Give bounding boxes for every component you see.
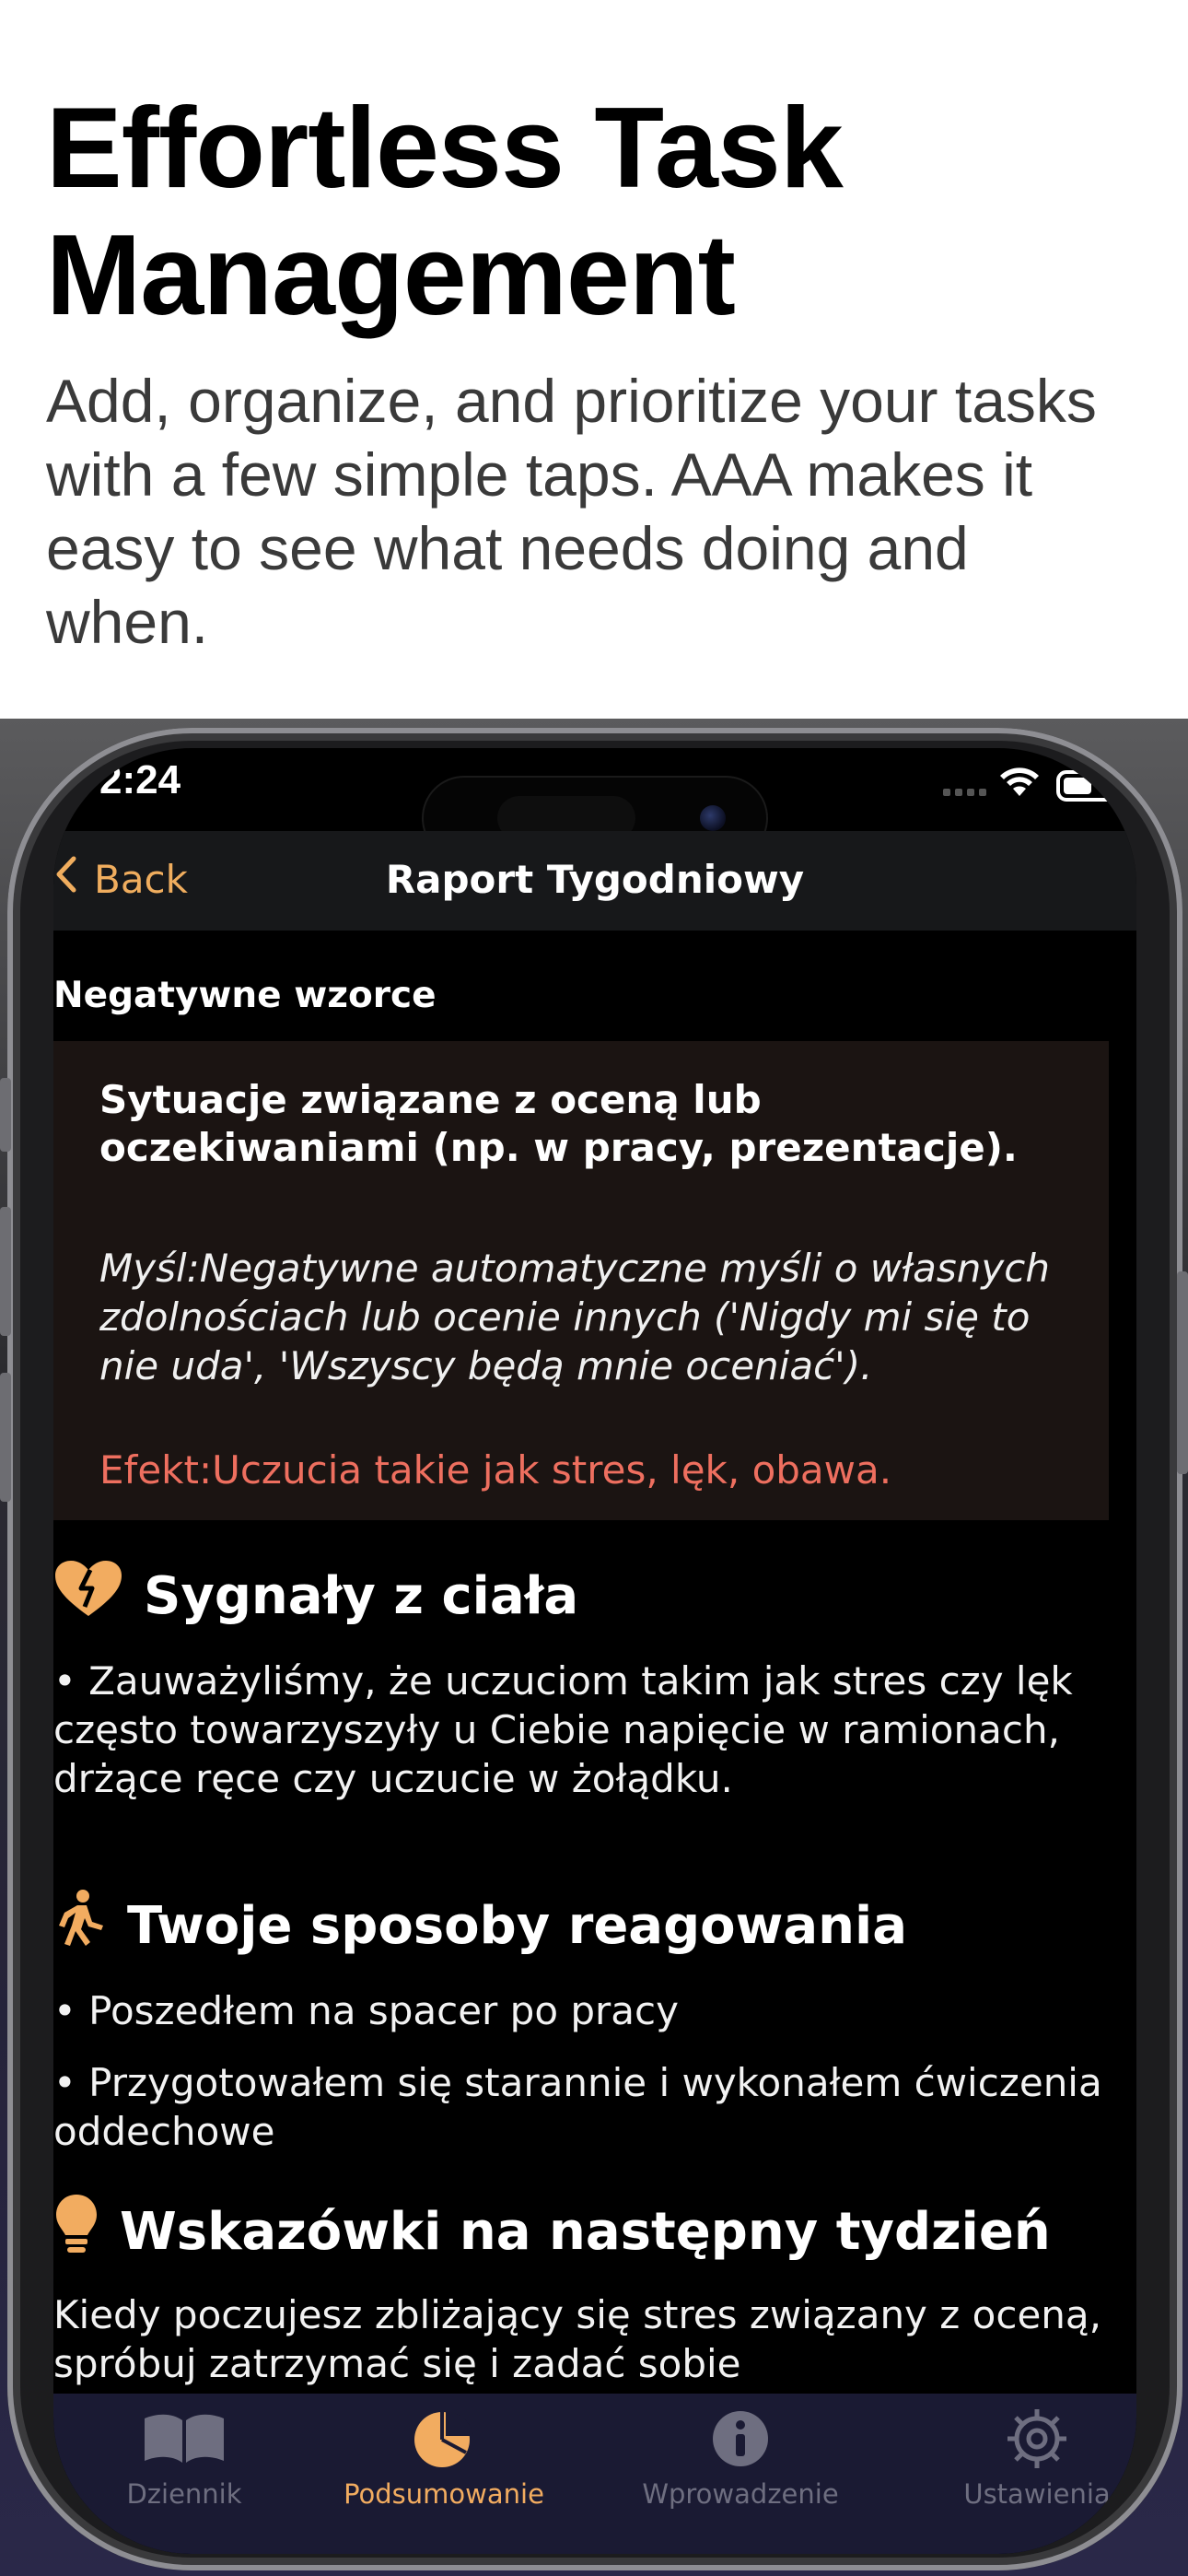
tab-label: Ustawienia [963,2478,1111,2510]
tab-ustawienia[interactable]: Ustawienia [899,2406,1136,2510]
pattern-effect: Efekt:Uczucia takie jak stres, lęk, obaw… [99,1447,892,1493]
tab-dziennik[interactable]: Dziennik [53,2406,322,2510]
negative-pattern-card: Sytuacje związane z oceną lub oczekiwani… [53,1041,1109,1520]
tab-label: Dziennik [126,2478,242,2510]
navigation-bar: Back Raport Tygodniowy [53,831,1136,931]
tab-wprowadzenie[interactable]: Wprowadzenie [602,2406,879,2510]
body-signals-text: • Zauważyliśmy, że uczuciom takim jak st… [53,1658,1073,1801]
phone-screen: 2:24 Back Raport Tygodniowy Negatywne wz… [53,748,1136,2554]
tab-label: Wprowadzenie [642,2478,839,2510]
book-icon [53,2406,322,2471]
tips-title: Wskazówki na następny tydzień [120,2201,1051,2262]
reactions-heading: Twoje sposoby reagowania [53,1889,907,1962]
signal-icon [943,789,986,796]
tips-text: Kiedy poczujesz zbliżający się stres zwi… [53,2292,1101,2386]
reaction-item: • Poszedłem na spacer po pracy [53,1988,679,2033]
lightbulb-icon [53,2193,99,2270]
walking-figure-icon [53,1889,107,1962]
page-title: Raport Tygodniowy [385,857,805,902]
volume-down-button [0,1373,11,1502]
reactions-title: Twoje sposoby reagowania [127,1895,908,1956]
wifi-icon [1000,767,1039,796]
power-button [1177,1271,1188,1474]
tab-label: Podsumowanie [344,2478,544,2510]
tab-podsumowanie[interactable]: Podsumowanie [306,2406,582,2510]
action-button [0,1078,11,1152]
hero-title: Effortless Task Management [46,85,844,339]
battery-icon [1056,770,1117,802]
gear-icon [899,2406,1136,2471]
tab-bar: Dziennik Podsumowanie Wprowadzenie Ustaw… [53,2394,1136,2554]
report-content: Negatywne wzorce Sytuacje związane z oce… [53,931,1136,2386]
broken-heart-icon [53,1559,123,1633]
status-time: 2:24 [99,757,181,802]
pattern-thought: Myśl:Negatywne automatyczne myśli o włas… [99,1246,1050,1388]
info-icon [602,2406,879,2471]
marketing-header: Effortless Task Management Add, organize… [0,0,1188,719]
camera-icon [700,805,726,831]
body-signals-heading: Sygnały z ciała [53,1559,578,1633]
hero-subtitle: Add, organize, and prioritize your tasks… [46,367,1097,656]
pie-chart-icon [306,2406,582,2471]
reaction-item: • Przygotowałem się starannie i wykonałe… [53,2060,1102,2154]
pattern-situation: Sytuacje związane z oceną lub oczekiwani… [99,1077,1018,1170]
volume-up-button [0,1207,11,1336]
status-icons [943,767,1118,803]
negative-patterns-caption: Negatywne wzorce [53,975,437,1016]
tips-heading: Wskazówki na następny tydzień [53,2193,1051,2270]
body-signals-title: Sygnały z ciała [144,1565,579,1626]
